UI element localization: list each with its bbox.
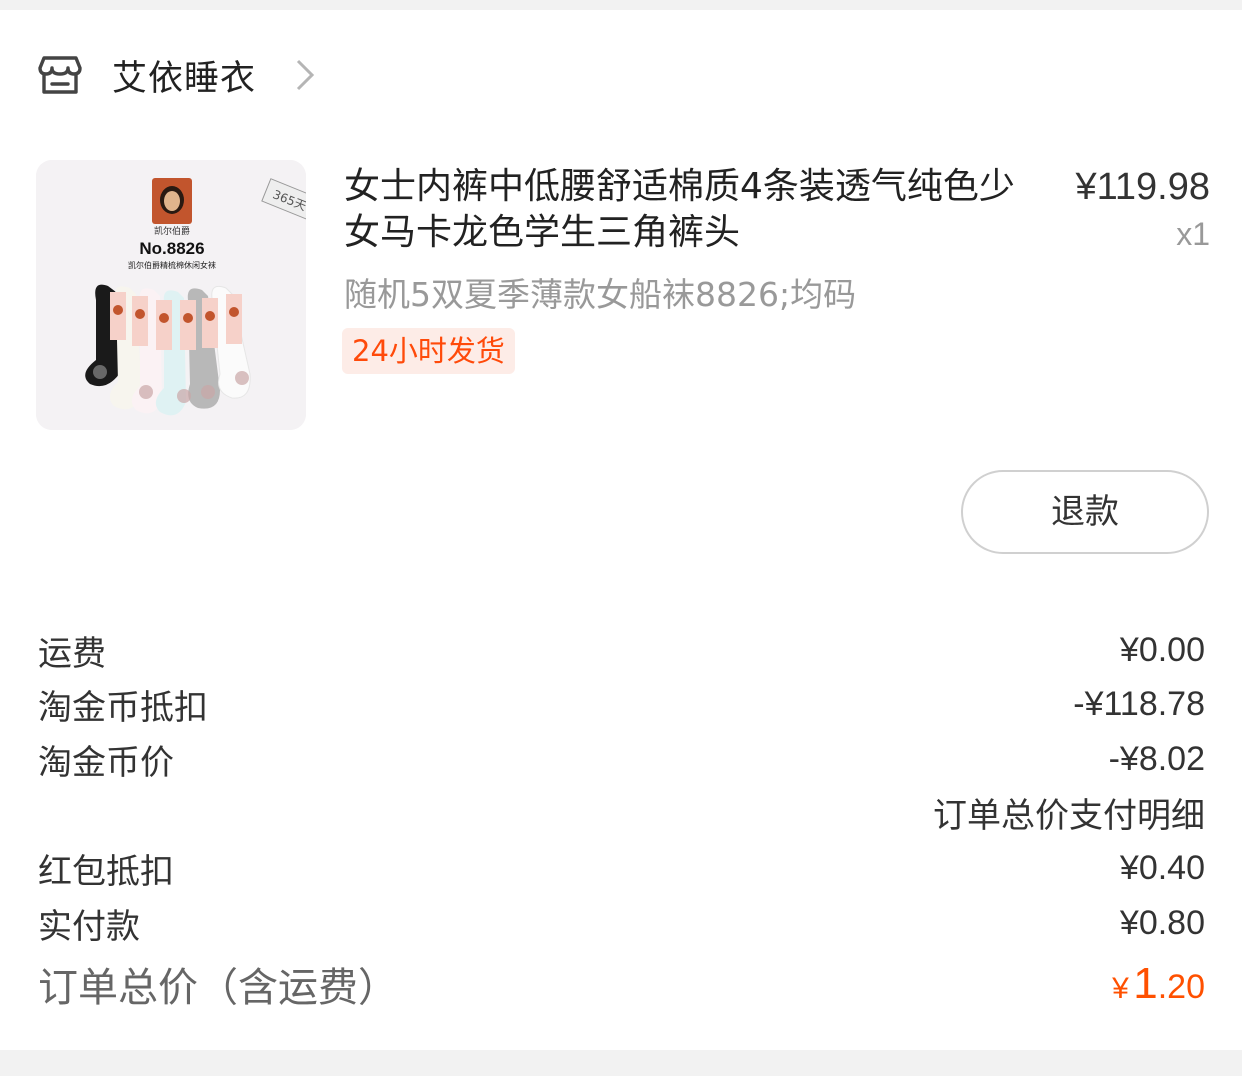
product-title[interactable]: 女士内裤中低腰舒适棉质4条装透气纯色少女马卡龙色学生三角裤头 bbox=[344, 164, 1024, 256]
fee-row-actual-paid: 实付款 ¥0.80 bbox=[38, 898, 1205, 948]
order-total-label: 订单总价（含运费） bbox=[38, 965, 398, 1011]
order-total-value: ¥ 1.20 bbox=[1112, 959, 1205, 1009]
total-integer: 1 bbox=[1133, 959, 1158, 1008]
product-image[interactable]: 凯尔伯爵 No.8826 凯尔伯爵精梳棉休闲女袜 365天 bbox=[36, 160, 306, 430]
chevron-right-icon bbox=[296, 59, 315, 91]
fee-label: 运费 bbox=[38, 633, 106, 674]
fee-value: -¥8.02 bbox=[1108, 739, 1205, 778]
shop-name[interactable]: 艾依睡衣 bbox=[112, 50, 256, 101]
order-total-row: 订单总价（含运费） ¥ 1.20 bbox=[38, 956, 1205, 1012]
fee-value: ¥0.00 bbox=[1119, 630, 1205, 669]
product-price: ¥119.98 bbox=[1075, 166, 1210, 208]
fee-label: 实付款 bbox=[38, 906, 140, 947]
image-model-text: No.8826 bbox=[139, 239, 204, 258]
shipping-tag: 24小时发货 bbox=[342, 328, 515, 374]
fee-row-coin-deduction: 淘金币抵扣 -¥118.78 bbox=[38, 679, 1205, 729]
order-card: 艾依睡衣 凯尔伯爵 No.8826 凯尔伯爵精梳棉休闲女袜 365天 女士内裤中… bbox=[0, 10, 1242, 1050]
fee-row-shipping: 运费 ¥0.00 bbox=[38, 625, 1205, 675]
fee-label: 淘金币价 bbox=[38, 742, 174, 783]
total-currency-symbol: ¥ bbox=[1112, 972, 1129, 1005]
payment-detail-link[interactable]: 订单总价支付明细 bbox=[933, 788, 1205, 837]
fee-value: -¥118.78 bbox=[1073, 684, 1205, 723]
total-decimal: .20 bbox=[1157, 968, 1205, 1006]
image-subtitle-text: 凯尔伯爵精梳棉休闲女袜 bbox=[128, 260, 216, 270]
shop-header[interactable]: 艾依睡衣 bbox=[38, 50, 316, 100]
fee-label: 淘金币抵扣 bbox=[38, 687, 208, 728]
fee-value: ¥0.80 bbox=[1119, 903, 1205, 942]
fee-label: 红包抵扣 bbox=[38, 851, 174, 892]
product-sku: 随机5双夏季薄款女船袜8826;均码 bbox=[344, 275, 857, 314]
refund-button[interactable]: 退款 bbox=[961, 470, 1209, 554]
fee-row-coin-price: 淘金币价 -¥8.02 bbox=[38, 734, 1205, 784]
product-quantity: x1 bbox=[1176, 216, 1210, 252]
fee-row-red-packet: 红包抵扣 ¥0.40 bbox=[38, 843, 1205, 893]
fee-value: ¥0.40 bbox=[1119, 848, 1205, 887]
store-icon bbox=[38, 56, 82, 94]
image-brand-text: 凯尔伯爵 bbox=[154, 225, 190, 237]
